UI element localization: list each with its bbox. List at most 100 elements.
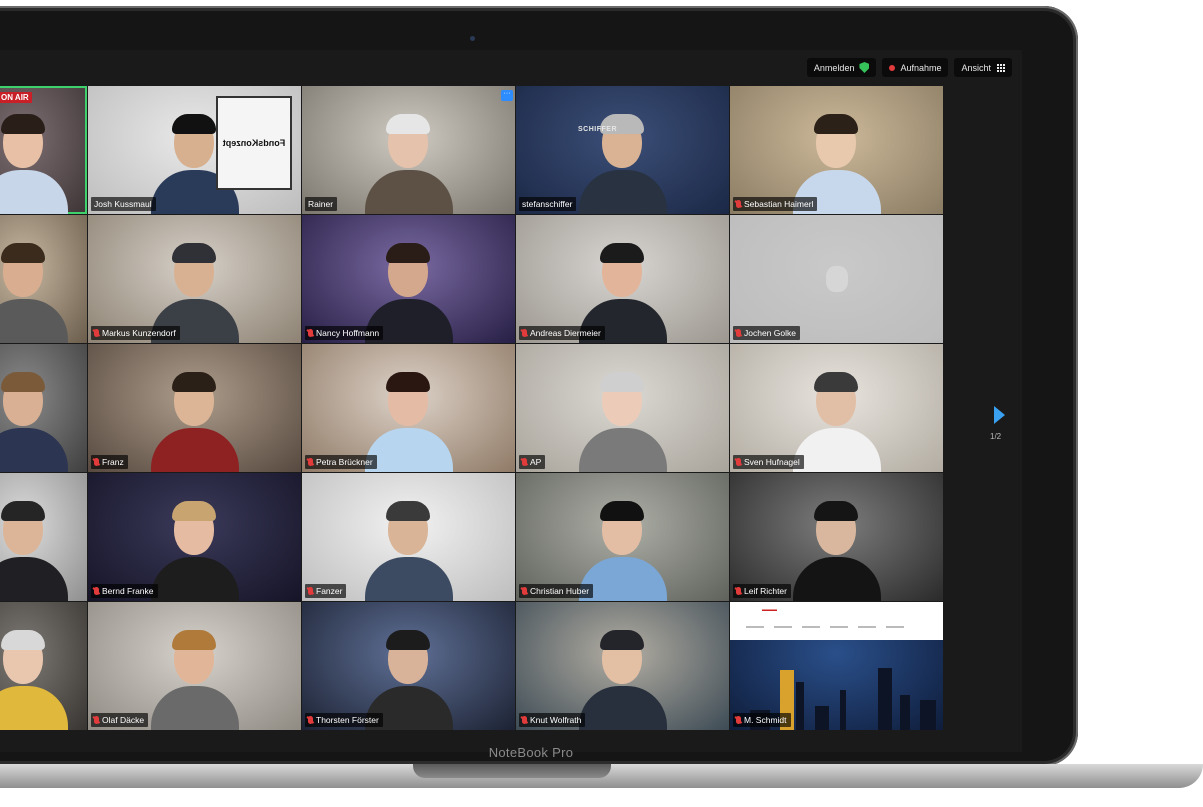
muted-mic-icon (522, 329, 527, 337)
recording-indicator[interactable]: Aufnahme (882, 58, 949, 77)
participant-tile[interactable]: Christian Huber (516, 473, 729, 601)
participant-nameplate: Jochen Golke (733, 326, 800, 340)
muted-mic-icon (736, 200, 741, 208)
device-brand-label: NoteBook Pro (488, 745, 574, 760)
participant-nameplate: Petra Brückner (305, 455, 377, 469)
participant-nameplate: Sebastian Haimerl (733, 197, 818, 211)
participant-video (0, 360, 72, 472)
view-label: Ansicht (961, 62, 991, 73)
participant-video (147, 360, 243, 472)
participant-tile[interactable]: Jochen Golke (730, 215, 943, 343)
participant-video (0, 231, 72, 343)
muted-mic-icon (522, 587, 527, 595)
view-button[interactable]: Ansicht (954, 58, 1012, 77)
participant-video (0, 618, 72, 730)
participant-name: stefanschiffer (522, 199, 573, 209)
participant-nameplate: Nancy Hoffmann (305, 326, 384, 340)
participant-name: Jochen Golke (744, 328, 796, 338)
shield-icon (859, 62, 870, 73)
participant-tile[interactable]: Markus Kunzendorf (88, 215, 301, 343)
participant-name: Josh Kussmaul (94, 199, 152, 209)
website-logo: ▬▬▬ (762, 607, 777, 613)
participant-video (575, 618, 671, 730)
participant-nameplate: Knut Wolfrath (519, 713, 586, 727)
participant-video (147, 489, 243, 601)
participant-nameplate: Olaf Däcke (91, 713, 149, 727)
participant-nameplate: Rainer (305, 197, 338, 211)
participant-tile[interactable] (0, 344, 87, 472)
participant-nameplate: M. Schmidt (733, 713, 791, 727)
webcam (470, 36, 475, 41)
participant-video (789, 489, 885, 601)
muted-mic-icon (522, 458, 527, 466)
participant-nameplate: Josh Kussmaul (91, 197, 156, 211)
participant-name: Leif Richter (744, 586, 787, 596)
participant-tile[interactable]: FondsKonzept Josh Kussmaul (88, 86, 301, 214)
muted-mic-icon (736, 458, 741, 466)
muted-mic-icon (736, 329, 741, 337)
participant-name: Sven Hufnagel (744, 457, 800, 467)
participant-tile[interactable]: Petra Brückner (302, 344, 515, 472)
participant-tile[interactable]: Sven Hufnagel (730, 344, 943, 472)
record-dot-icon (889, 64, 896, 71)
top-toolbar: Anmelden Aufnahme Ansicht (806, 58, 1012, 77)
participant-name: M. Schmidt (744, 715, 787, 725)
participant-nameplate: Markus Kunzendorf (91, 326, 180, 340)
participant-tile[interactable]: SCHIFFER stefanschiffer (516, 86, 729, 214)
page-indicator: 1/2 (990, 432, 1002, 441)
muted-mic-icon (308, 329, 313, 337)
participant-name: Franz (102, 457, 124, 467)
participant-name: Petra Brückner (316, 457, 373, 467)
muted-mic-icon (308, 587, 313, 595)
participant-name: Thorsten Förster (316, 715, 379, 725)
participant-tile[interactable]: Knut Wolfrath (516, 602, 729, 730)
participant-name: Bernd Franke (102, 586, 154, 596)
participant-nameplate: Fanzer (305, 584, 347, 598)
participant-tile[interactable]: Bernd Franke (88, 473, 301, 601)
participant-name: Rainer (308, 199, 334, 209)
participant-video (147, 618, 243, 730)
muted-mic-icon (308, 458, 313, 466)
participant-tile[interactable]: Franz (88, 344, 301, 472)
participant-video (361, 489, 457, 601)
participant-tile[interactable]: Olaf Däcke (88, 602, 301, 730)
participant-nameplate: Thorsten Förster (305, 713, 383, 727)
website-nav (746, 626, 904, 628)
participant-tile[interactable]: ··· Rainer (302, 86, 515, 214)
participant-name: Knut Wolfrath (530, 715, 582, 725)
participant-nameplate: AP (519, 455, 546, 469)
participant-tile[interactable]: Sebastian Haimerl (730, 86, 943, 214)
signin-label: Anmelden (813, 62, 855, 73)
participant-tile[interactable]: Nancy Hoffmann (302, 215, 515, 343)
muted-mic-icon (94, 329, 99, 337)
participant-nameplate: Andreas Diermeier (519, 326, 605, 340)
participant-tile[interactable]: ▬▬▬ M. Schmidt (730, 602, 943, 730)
participant-nameplate: Christian Huber (519, 584, 594, 598)
muted-mic-icon (94, 587, 99, 595)
participant-tile[interactable] (0, 215, 87, 343)
participant-nameplate: Bernd Franke (91, 584, 158, 598)
participant-tile[interactable]: Fanzer (302, 473, 515, 601)
participant-name: Nancy Hoffmann (316, 328, 380, 338)
participant-video (0, 489, 72, 601)
participant-tile[interactable]: Andreas Diermeier (516, 215, 729, 343)
participant-tile[interactable] (0, 602, 87, 730)
next-page-arrow-icon[interactable] (994, 406, 1005, 424)
muted-mic-icon (736, 587, 741, 595)
signin-button[interactable]: Anmelden (806, 58, 877, 77)
participant-tile[interactable]: ON AIR (0, 86, 87, 214)
participant-tile[interactable]: AP (516, 344, 729, 472)
participant-video (575, 102, 671, 214)
participant-tile[interactable]: Leif Richter (730, 473, 943, 601)
participant-video (575, 360, 671, 472)
avatar-placeholder-icon (825, 266, 848, 292)
schiffer-logo: SCHIFFER (578, 126, 617, 133)
participant-tile[interactable]: Thorsten Förster (302, 602, 515, 730)
participant-nameplate: Franz (91, 455, 128, 469)
muted-mic-icon (522, 716, 527, 724)
grid-view-icon (996, 63, 1005, 72)
participant-nameplate: stefanschiffer (519, 197, 577, 211)
participant-tile[interactable] (0, 473, 87, 601)
muted-mic-icon (308, 716, 313, 724)
more-options-icon[interactable]: ··· (501, 90, 513, 101)
